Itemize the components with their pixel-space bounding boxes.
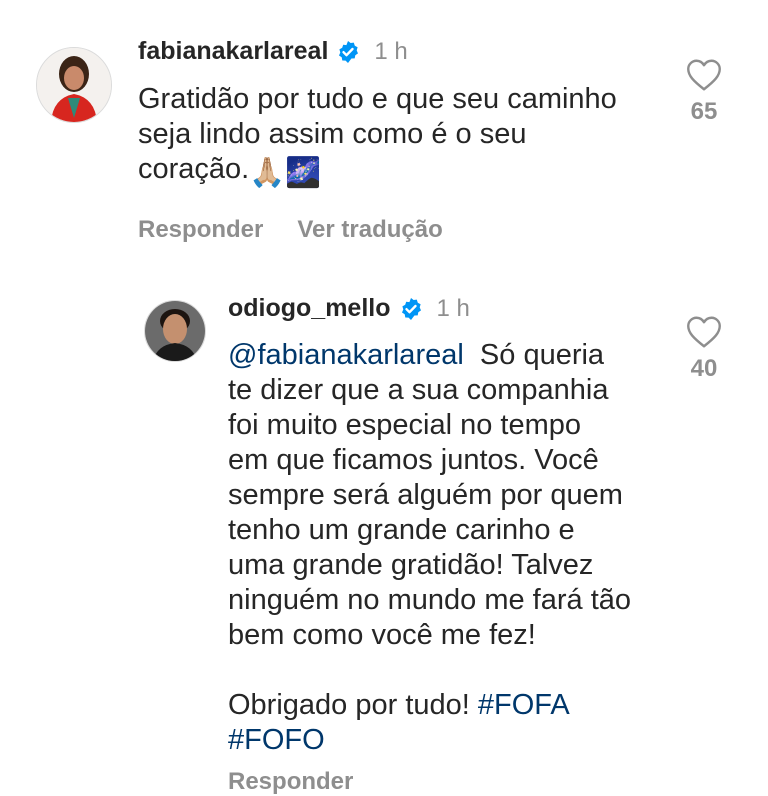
comment-header: odiogo_mello 1 h	[228, 294, 470, 323]
reply-button[interactable]: Responder	[228, 768, 353, 796]
mention-link[interactable]: @fabianakarlareal	[228, 339, 464, 371]
hashtag-link[interactable]: #FOFA	[478, 689, 570, 721]
heart-outline-icon[interactable]	[686, 58, 722, 92]
username[interactable]: fabianakarlareal	[138, 37, 328, 66]
comment-body: Gratidão por tudo e que seu caminho seja…	[138, 83, 617, 185]
comment-time: 1 h	[374, 37, 408, 65]
comment-header: fabianakarlareal 1 h	[138, 37, 408, 66]
comment-text: @fabianakarlareal Só queria te dizer que…	[228, 338, 668, 758]
comment-time: 1 h	[436, 294, 470, 322]
reply-button[interactable]: Responder	[138, 216, 263, 244]
heart-outline-icon[interactable]	[686, 315, 722, 349]
avatar-odiogo_mello[interactable]	[144, 300, 206, 362]
verified-badge-icon	[401, 297, 421, 320]
see-translation-button[interactable]: Ver tradução	[297, 216, 442, 244]
avatar-fabianakarlareal[interactable]	[36, 47, 112, 123]
comment-actions: Responder Ver tradução	[138, 216, 443, 244]
like-count: 40	[690, 355, 718, 382]
like-count: 65	[690, 98, 718, 125]
avatar-image	[145, 301, 205, 361]
comment-body: Só queria te dizer que a sua companhia f…	[228, 339, 632, 721]
verified-badge-icon	[339, 40, 359, 63]
comment-emoji: 🙏🏼🌌	[249, 157, 322, 189]
username[interactable]: odiogo_mello	[228, 294, 391, 323]
hashtag-link[interactable]: #FOFO	[228, 724, 325, 756]
like-control: 65	[674, 58, 734, 126]
like-control: 40	[674, 315, 734, 383]
avatar-image	[37, 48, 111, 122]
comment-actions: Responder	[228, 768, 353, 796]
comment-text: Gratidão por tudo e que seu caminho seja…	[138, 82, 658, 191]
